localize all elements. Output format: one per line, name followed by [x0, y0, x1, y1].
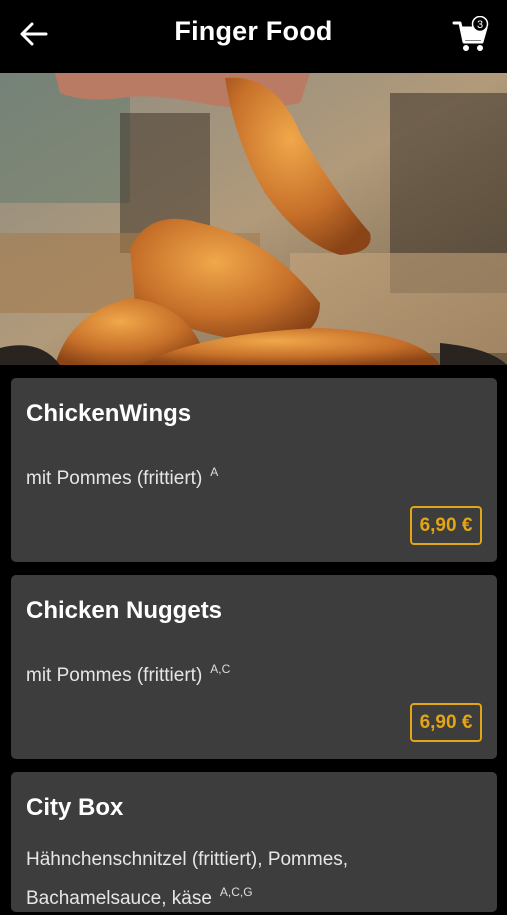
product-description: mit Pommes (frittiert) A,C — [26, 662, 231, 686]
product-description: mit Pommes (frittiert) A — [26, 465, 219, 489]
allergen-codes: A,C — [210, 662, 231, 676]
product-description: Hähnchenschnitzel (frittiert), Pommes, B… — [26, 849, 349, 909]
allergen-codes: A,C,G — [219, 885, 253, 899]
page-title: Finger Food — [174, 16, 333, 46]
top-bar: Finger Food 3 — [0, 0, 507, 72]
shopping-cart-icon: 3 — [452, 15, 489, 51]
product-name: Chicken Nuggets — [26, 597, 223, 624]
category-hero-image — [0, 73, 507, 365]
allergen-codes: A — [210, 465, 219, 479]
product-card-chicken-nuggets[interactable]: Chicken Nuggets mit Pommes (frittiert) A,… — [11, 575, 497, 759]
cart-button[interactable]: 3 — [452, 15, 492, 54]
product-card-city-box[interactable]: City Box Hähnchenschnitzel (frittiert), … — [11, 772, 497, 912]
product-name: City Box — [26, 794, 124, 821]
price-button[interactable]: 6,90 € — [410, 703, 482, 742]
product-card-chickenwings[interactable]: ChickenWings mit Pommes (frittiert) A 6,9… — [11, 378, 497, 562]
cart-count-badge: 3 — [477, 19, 483, 31]
price-button[interactable]: 6,90 € — [410, 506, 482, 545]
product-name: ChickenWings — [26, 400, 192, 427]
